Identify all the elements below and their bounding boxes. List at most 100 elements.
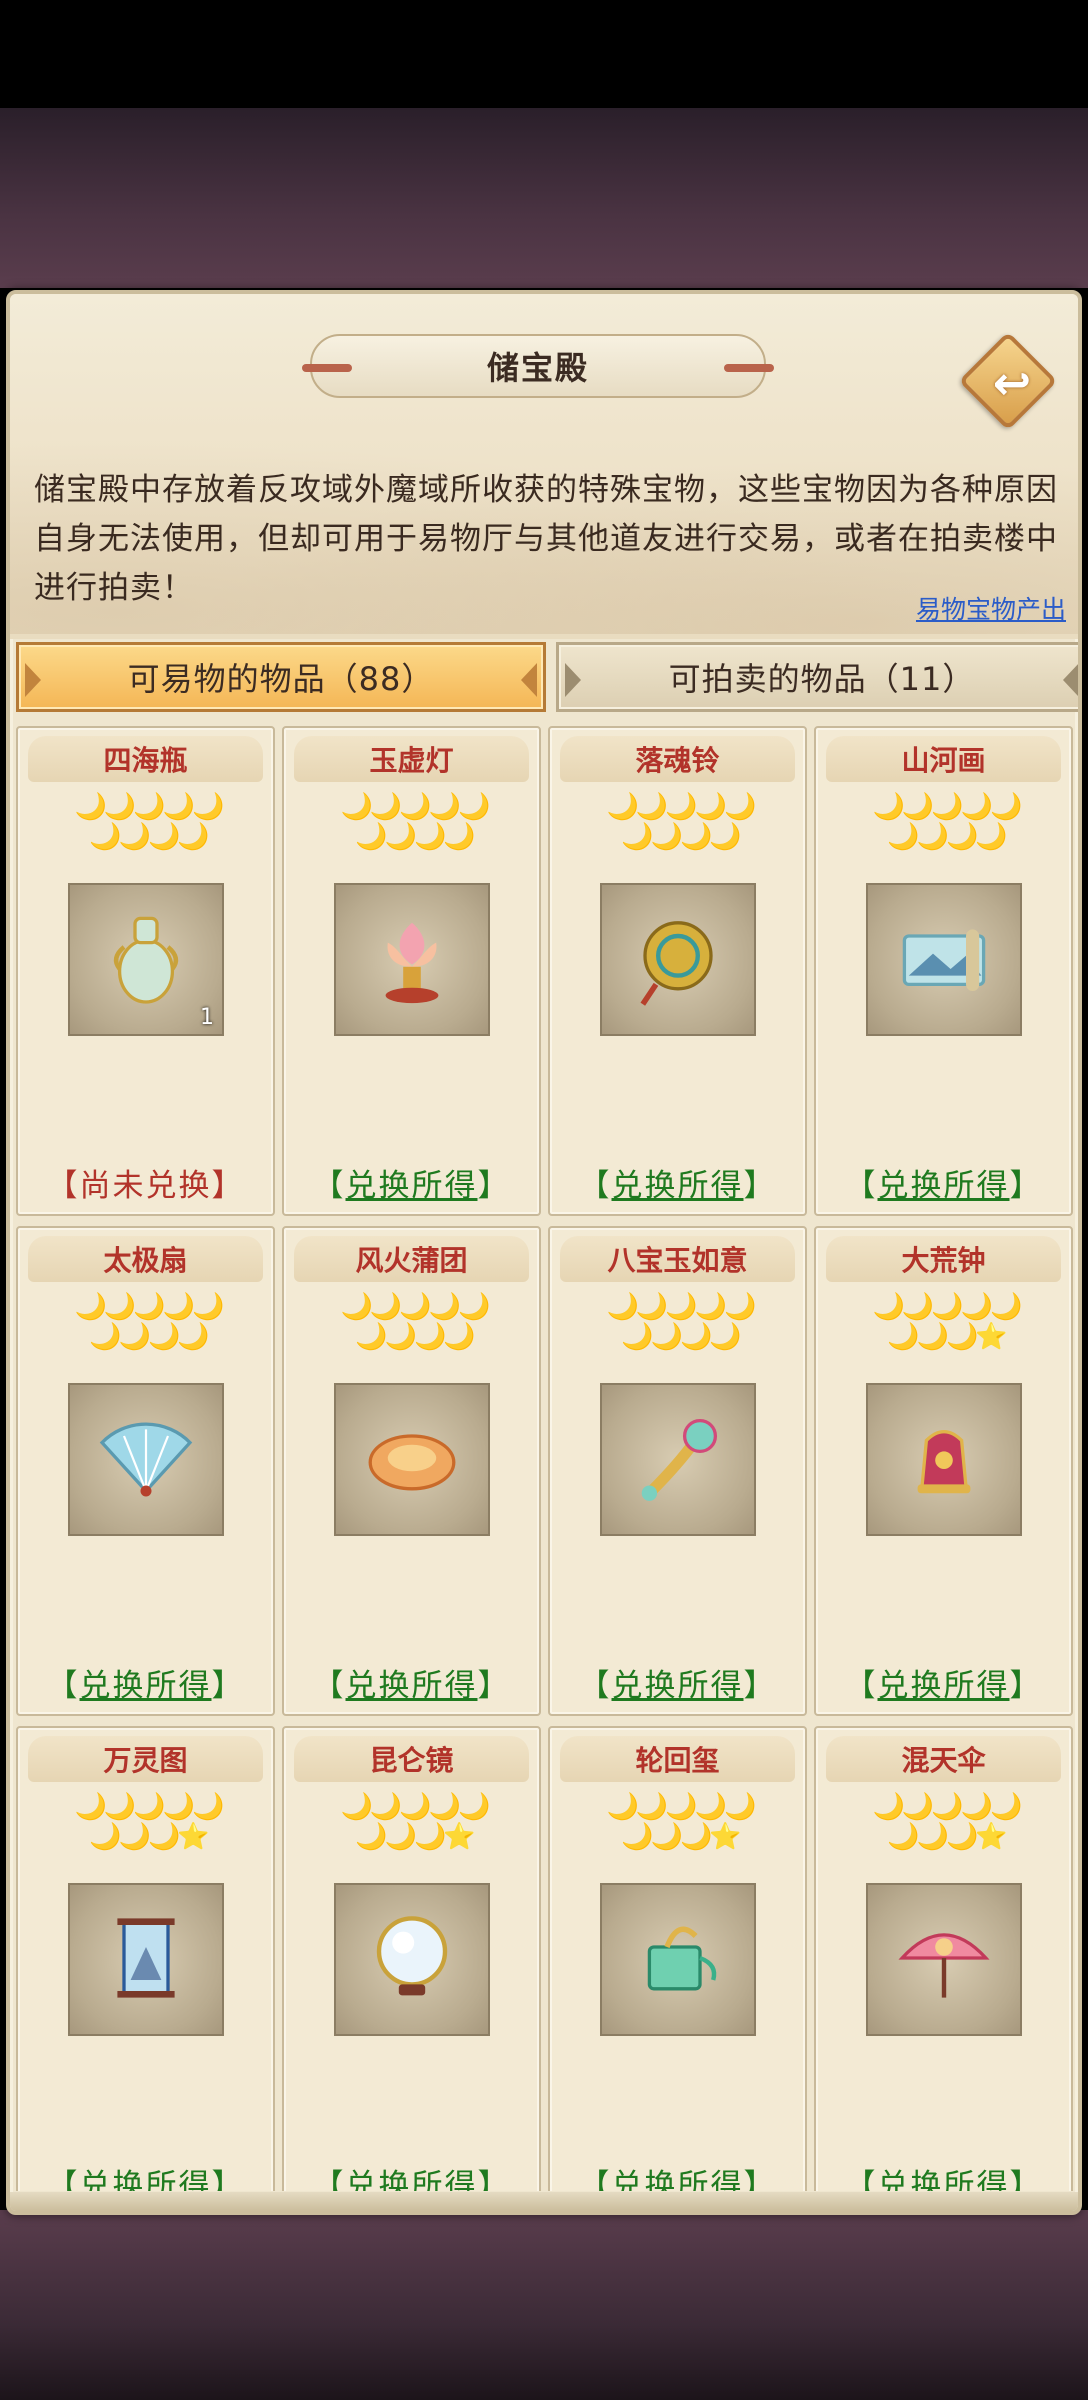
item-rank-stars: 🌙🌙🌙🌙🌙 🌙🌙🌙⭐ — [606, 1792, 757, 1852]
item-status[interactable]: 【兑换所得】 — [284, 1160, 539, 1205]
item-rank-stars: 🌙🌙🌙🌙🌙 🌙🌙🌙🌙 — [606, 1292, 757, 1352]
panel-bottom-rim — [10, 2192, 1078, 2211]
item-card[interactable]: 四海瓶 🌙🌙🌙🌙🌙 🌙🌙🌙🌙 1 【尚未兑换】 — [16, 726, 275, 1216]
item-icon-frame[interactable] — [600, 883, 756, 1036]
status-bar — [0, 0, 1088, 108]
item-status[interactable]: 【兑换所得】 — [18, 1660, 273, 1705]
bracket-open: 【 — [46, 2168, 80, 2191]
item-icon-frame[interactable] — [68, 1383, 224, 1536]
item-name-plate: 万灵图 — [28, 1736, 263, 1782]
item-name-plate: 风火蒲团 — [294, 1236, 529, 1282]
tab-auction-items[interactable]: 可拍卖的物品（11） — [556, 642, 1078, 712]
bracket-close: 】 — [211, 1668, 245, 1704]
item-status-label[interactable]: 兑换所得 — [346, 1168, 478, 1204]
bracket-open: 【 — [312, 2168, 346, 2191]
item-rank-stars: 🌙🌙🌙🌙🌙 🌙🌙🌙⭐ — [74, 1792, 225, 1852]
bracket-close: 】 — [477, 1168, 511, 1204]
bracket-close: 】 — [1009, 1668, 1043, 1704]
great-bell-icon — [889, 1403, 999, 1517]
cushion-icon — [357, 1403, 467, 1517]
bracket-open: 【 — [46, 1168, 80, 1204]
item-name-plate: 大荒钟 — [826, 1236, 1061, 1282]
bracket-close: 】 — [477, 1668, 511, 1704]
item-icon-frame[interactable] — [600, 1383, 756, 1536]
item-icon-frame[interactable] — [866, 1883, 1022, 2036]
item-status[interactable]: 【兑换所得】 — [550, 2160, 805, 2191]
bracket-open: 【 — [578, 1168, 612, 1204]
item-name: 四海瓶 — [103, 744, 188, 777]
item-status[interactable]: 【兑换所得】 — [284, 2160, 539, 2191]
tab-ornament-left — [25, 663, 41, 697]
item-status-label[interactable]: 兑换所得 — [80, 1668, 212, 1704]
item-name-plate: 混天伞 — [826, 1736, 1061, 1782]
item-card[interactable]: 落魂铃 🌙🌙🌙🌙🌙 🌙🌙🌙🌙 【兑换所得】 — [548, 726, 807, 1216]
item-status: 【尚未兑换】 — [18, 1160, 273, 1205]
back-arrow-icon[interactable]: ↩ — [982, 348, 1042, 418]
item-status-label[interactable]: 兑换所得 — [80, 2168, 212, 2191]
item-status[interactable]: 【兑换所得】 — [284, 1660, 539, 1705]
item-icon-frame[interactable] — [334, 1383, 490, 1536]
item-card[interactable]: 轮回玺 🌙🌙🌙🌙🌙 🌙🌙🌙⭐ 【兑换所得】 — [548, 1726, 807, 2191]
item-icon-frame[interactable] — [600, 1883, 756, 2036]
item-name-plate: 四海瓶 — [28, 736, 263, 782]
item-card[interactable]: 玉虚灯 🌙🌙🌙🌙🌙 🌙🌙🌙🌙 【兑换所得】 — [282, 726, 541, 1216]
item-name: 太极扇 — [103, 1244, 188, 1277]
item-status-label[interactable]: 兑换所得 — [346, 1668, 478, 1704]
item-card[interactable]: 混天伞 🌙🌙🌙🌙🌙 🌙🌙🌙⭐ 【兑换所得】 — [814, 1726, 1073, 2191]
item-status-label[interactable]: 兑换所得 — [612, 1668, 744, 1704]
item-card[interactable]: 昆仑镜 🌙🌙🌙🌙🌙 🌙🌙🌙⭐ 【兑换所得】 — [282, 1726, 541, 2191]
item-icon-frame[interactable] — [866, 883, 1022, 1036]
item-status[interactable]: 【兑换所得】 — [816, 1160, 1071, 1205]
item-rank-stars: 🌙🌙🌙🌙🌙 🌙🌙🌙🌙 — [74, 1292, 225, 1352]
item-rank-stars: 🌙🌙🌙🌙🌙 🌙🌙🌙🌙 — [340, 1292, 491, 1352]
background-top — [0, 108, 1088, 288]
item-status[interactable]: 【兑换所得】 — [816, 1660, 1071, 1705]
background-bottom — [0, 2210, 1088, 2400]
item-status-label[interactable]: 兑换所得 — [612, 2168, 744, 2191]
item-name: 八宝玉如意 — [607, 1244, 748, 1277]
item-rank-stars: 🌙🌙🌙🌙🌙 🌙🌙🌙⭐ — [872, 1292, 1023, 1352]
item-rank-stars: 🌙🌙🌙🌙🌙 🌙🌙🌙⭐ — [872, 1792, 1023, 1852]
bracket-close: 】 — [743, 2168, 777, 2191]
item-icon-frame[interactable]: 1 — [68, 883, 224, 1036]
item-rank-stars: 🌙🌙🌙🌙🌙 🌙🌙🌙⭐ — [340, 1792, 491, 1852]
tab-ornament-right — [521, 663, 537, 697]
bracket-open: 【 — [578, 2168, 612, 2191]
item-status-label[interactable]: 兑换所得 — [346, 2168, 478, 2191]
item-status-label: 尚未兑换 — [79, 1168, 212, 1204]
scroll-rod-left — [302, 364, 352, 372]
tab-ornament-right — [1063, 663, 1078, 697]
item-status[interactable]: 【兑换所得】 — [18, 2160, 273, 2191]
item-icon-frame[interactable] — [866, 1383, 1022, 1536]
item-status-label[interactable]: 兑换所得 — [612, 1168, 744, 1204]
item-name: 大荒钟 — [901, 1244, 986, 1277]
tab-label: 可拍卖的物品（11） — [668, 660, 976, 698]
item-icon-frame[interactable] — [334, 1883, 490, 2036]
item-name: 落魂铃 — [635, 744, 720, 777]
item-rank-stars: 🌙🌙🌙🌙🌙 🌙🌙🌙🌙 — [606, 792, 757, 852]
bracket-open: 【 — [844, 1168, 878, 1204]
item-card[interactable]: 太极扇 🌙🌙🌙🌙🌙 🌙🌙🌙🌙 【兑换所得】 — [16, 1226, 275, 1716]
item-icon-frame[interactable] — [334, 883, 490, 1036]
item-status-label[interactable]: 兑换所得 — [878, 2168, 1010, 2191]
item-card[interactable]: 山河画 🌙🌙🌙🌙🌙 🌙🌙🌙🌙 【兑换所得】 — [814, 726, 1073, 1216]
item-status-label[interactable]: 兑换所得 — [878, 1168, 1010, 1204]
item-card[interactable]: 万灵图 🌙🌙🌙🌙🌙 🌙🌙🌙⭐ 【兑换所得】 — [16, 1726, 275, 2191]
ruyi-scepter-icon — [623, 1403, 733, 1517]
bracket-open: 【 — [312, 1668, 346, 1704]
item-status[interactable]: 【兑换所得】 — [816, 2160, 1071, 2191]
item-status[interactable]: 【兑换所得】 — [550, 1160, 805, 1205]
tab-tradable-items[interactable]: 可易物的物品（88） — [16, 642, 546, 712]
item-status-label[interactable]: 兑换所得 — [878, 1668, 1010, 1704]
item-name: 混天伞 — [901, 1744, 986, 1777]
treasure-hall-panel: 储宝殿 ↩ 储宝殿中存放着反攻域外魔域所收获的特殊宝物，这些宝物因为各种原因自身… — [6, 290, 1082, 2215]
item-status[interactable]: 【兑换所得】 — [550, 1660, 805, 1705]
item-card[interactable]: 大荒钟 🌙🌙🌙🌙🌙 🌙🌙🌙⭐ 【兑换所得】 — [814, 1226, 1073, 1716]
item-card[interactable]: 风火蒲团 🌙🌙🌙🌙🌙 🌙🌙🌙🌙 【兑换所得】 — [282, 1226, 541, 1716]
bracket-open: 【 — [46, 1668, 80, 1704]
item-card[interactable]: 八宝玉如意 🌙🌙🌙🌙🌙 🌙🌙🌙🌙 【兑换所得】 — [548, 1226, 807, 1716]
source-link[interactable]: 易物宝物产出 — [916, 590, 1066, 626]
item-icon-frame[interactable] — [68, 1883, 224, 2036]
item-rank-stars: 🌙🌙🌙🌙🌙 🌙🌙🌙🌙 — [872, 792, 1023, 852]
tab-label: 可易物的物品（88） — [127, 660, 435, 698]
